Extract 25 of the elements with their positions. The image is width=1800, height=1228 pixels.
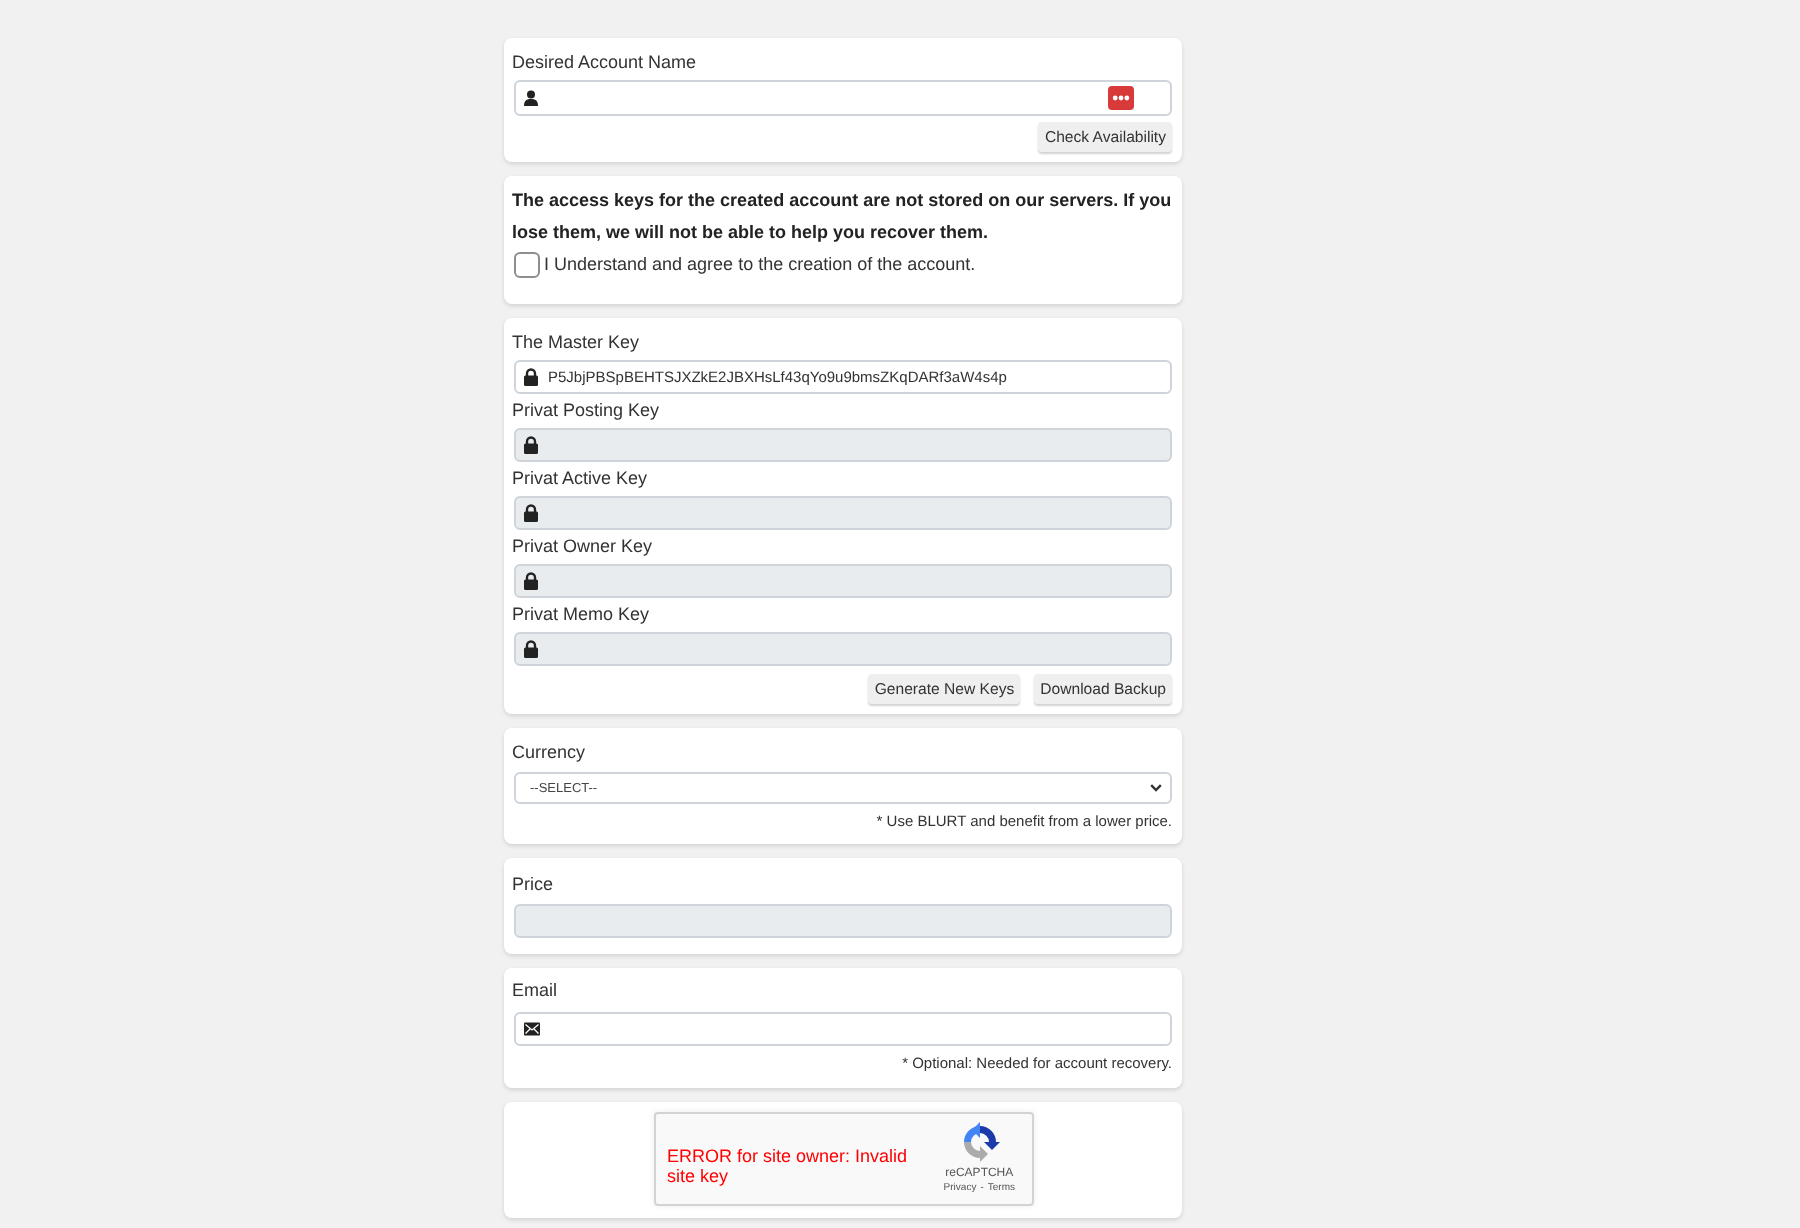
lock-icon <box>524 640 538 658</box>
lock-icon <box>524 368 538 386</box>
checkbox-label: I Understand and agree to the creation of the account. <box>544 252 976 278</box>
field-label: Currency <box>512 740 586 766</box>
field-label: Privat Posting Key <box>512 398 660 424</box>
field-label: Desired Account Name <box>512 50 697 76</box>
field-label: Privat Memo Key <box>512 602 650 628</box>
user-icon <box>524 90 538 106</box>
field-label: Privat Active Key <box>512 466 648 492</box>
circular-arrows-icon <box>959 1122 1000 1162</box>
envelope-icon <box>524 1022 540 1036</box>
account-name-field[interactable] <box>514 80 1172 116</box>
lock-icon <box>524 572 538 590</box>
lock-icon <box>524 436 538 454</box>
captcha-error-text: ERROR for site owner: Invalid site key <box>667 1146 910 1186</box>
field-label: The Master Key <box>512 330 640 356</box>
field-label: Privat Owner Key <box>512 534 653 560</box>
agreement-checkbox[interactable] <box>514 251 540 277</box>
email-field[interactable] <box>514 1012 1172 1046</box>
chevron-down-icon <box>1150 784 1162 792</box>
lock-icon <box>524 504 538 522</box>
warning-text: The access keys for the created account are not stored on our servers. If you lose them, we will not be able to help you recover them. <box>512 188 1172 246</box>
field-label: Price <box>512 872 554 898</box>
field-label: Email <box>512 978 558 1004</box>
ellipsis-icon[interactable] <box>1108 86 1134 110</box>
